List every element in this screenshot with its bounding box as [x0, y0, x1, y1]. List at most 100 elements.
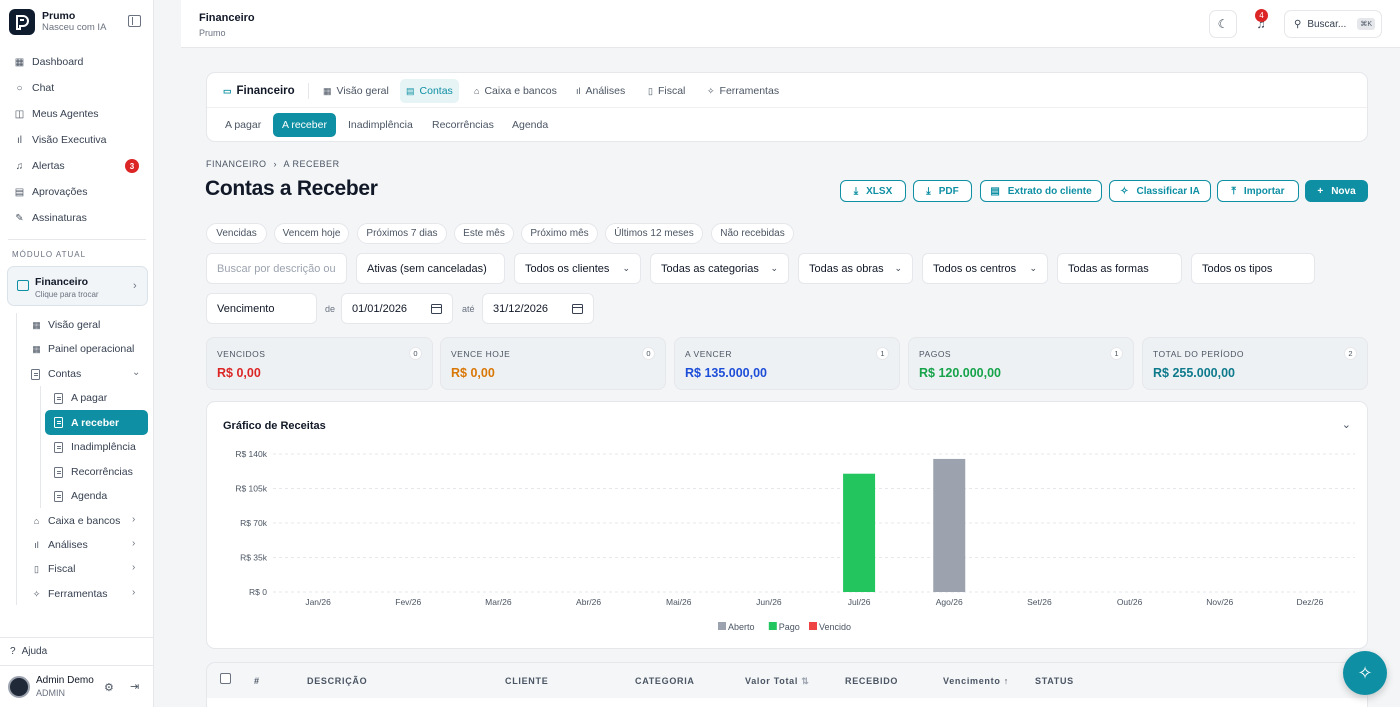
- breadcrumb-root[interactable]: FINANCEIRO: [206, 159, 267, 169]
- subnav-recorrencias[interactable]: Recorrências: [54, 465, 133, 479]
- global-search[interactable]: ⚲ Buscar... ⌘K: [1284, 10, 1382, 38]
- extrato-cliente-button[interactable]: ▤ Extrato do cliente: [980, 180, 1102, 202]
- subnav-painel-operacional[interactable]: ▦ Painel operacional: [31, 342, 134, 356]
- subnav-inadimplencia[interactable]: Inadimplência: [54, 440, 136, 454]
- module-nav-title-label: Financeiro: [236, 85, 295, 97]
- collapse-sidebar-icon[interactable]: [128, 15, 141, 27]
- tab-label: Contas: [419, 85, 453, 97]
- theme-toggle-button[interactable]: ☾: [1209, 10, 1237, 38]
- tab-contas[interactable]: ▤ Contas: [400, 79, 459, 103]
- sidebar-item-aprovacoes[interactable]: ▤ Aprovações: [14, 185, 88, 199]
- date-from-input[interactable]: 01/01/2026: [341, 293, 453, 324]
- sidebar-item-visao-executiva[interactable]: ıl Visão Executiva: [14, 133, 107, 147]
- stat-card-vencidos[interactable]: VENCIDOS R$ 0,00 0: [206, 337, 433, 390]
- column-header-status[interactable]: STATUS: [1035, 676, 1074, 686]
- brand[interactable]: Prumo Nasceu com IA: [9, 9, 106, 35]
- logout-icon[interactable]: ⇥: [130, 680, 139, 693]
- table-body: [206, 698, 1368, 707]
- sidebar-item-agentes[interactable]: ◫ Meus Agentes: [14, 107, 99, 121]
- column-header-cliente[interactable]: CLIENTE: [505, 676, 548, 686]
- subnav-ferramentas[interactable]: ✧ Ferramentas: [31, 587, 108, 601]
- stat-card-a-vencer[interactable]: A VENCER R$ 135.000,00 1: [674, 337, 900, 390]
- chevron-right-icon[interactable]: ›: [132, 538, 135, 549]
- subtab-a-receber[interactable]: A receber: [273, 113, 336, 137]
- nova-button[interactable]: + Nova: [1305, 180, 1368, 202]
- user-menu[interactable]: Admin Demo ADMIN: [8, 675, 94, 699]
- select-all-checkbox[interactable]: [220, 673, 231, 684]
- obras-select[interactable]: Todas as obras ⌄: [798, 253, 913, 284]
- tab-fiscal[interactable]: ▯ Fiscal: [642, 79, 691, 103]
- chevron-right-icon[interactable]: ›: [132, 514, 135, 525]
- calendar-icon[interactable]: [572, 304, 583, 314]
- quick-filter-vencidas[interactable]: Vencidas: [206, 223, 267, 244]
- chevron-right-icon[interactable]: ›: [132, 562, 135, 573]
- tab-visao-geral[interactable]: ▦ Visão geral: [317, 79, 395, 103]
- stat-card-total-periodo[interactable]: TOTAL DO PERÍODO R$ 255.000,00 2: [1142, 337, 1368, 390]
- column-header-vencimento[interactable]: Vencimento ↑: [943, 676, 1009, 686]
- categorias-select[interactable]: Todas as categorias ⌄: [650, 253, 789, 284]
- sidebar-item-chat[interactable]: ○ Chat: [14, 81, 54, 95]
- help-link[interactable]: ? Ajuda: [10, 646, 47, 657]
- clientes-select[interactable]: Todos os clientes ⌄: [514, 253, 641, 284]
- quick-filter-proximos-7-dias[interactable]: Próximos 7 dias: [357, 223, 447, 244]
- subtab-recorrencias[interactable]: Recorrências: [423, 113, 503, 137]
- subnav-caixa-bancos[interactable]: ⌂ Caixa e bancos: [31, 514, 121, 528]
- status-select[interactable]: Ativas (sem canceladas): [356, 253, 505, 284]
- user-name: Admin Demo: [36, 675, 94, 686]
- tab-analises[interactable]: ıl Análises: [570, 79, 631, 103]
- classificar-ia-button[interactable]: ✧ Classificar IA: [1109, 180, 1211, 202]
- subtab-a-pagar[interactable]: A pagar: [216, 113, 270, 137]
- column-header-descricao[interactable]: DESCRIÇÃO: [307, 676, 367, 686]
- stat-card-vence-hoje[interactable]: VENCE HOJE R$ 0,00 0: [440, 337, 666, 390]
- subtab-agenda[interactable]: Agenda: [503, 113, 557, 137]
- subnav-label: Análises: [48, 539, 88, 551]
- chevron-down-icon[interactable]: ⌄: [132, 367, 140, 378]
- tipos-select[interactable]: Todos os tipos: [1191, 253, 1315, 284]
- module-nav-title[interactable]: ▭ Financeiro: [217, 79, 301, 103]
- subnav-a-pagar[interactable]: A pagar: [54, 391, 107, 405]
- quick-filter-proximo-mes[interactable]: Próximo mês: [521, 223, 598, 244]
- quick-filter-ultimos-12-meses[interactable]: Últimos 12 meses: [605, 223, 703, 244]
- date-to-input[interactable]: 31/12/2026: [482, 293, 594, 324]
- quick-filter-vencem-hoje[interactable]: Vencem hoje: [274, 223, 349, 244]
- column-header-categoria[interactable]: CATEGORIA: [635, 676, 695, 686]
- importar-button[interactable]: ⤒ Importar: [1217, 180, 1299, 202]
- tab-ferramentas[interactable]: ✧ Ferramentas: [701, 79, 785, 103]
- export-xlsx-button[interactable]: ⤓ XLSX: [840, 180, 906, 202]
- subnav-agenda[interactable]: Agenda: [54, 489, 107, 503]
- button-label: Classificar IA: [1136, 185, 1200, 197]
- search-input[interactable]: Buscar por descrição ou: [206, 253, 347, 284]
- sidebar-item-assinaturas[interactable]: ✎ Assinaturas: [14, 211, 87, 225]
- subnav-contas[interactable]: Contas: [31, 367, 81, 381]
- column-header-number[interactable]: #: [254, 676, 260, 686]
- document-icon: [31, 368, 40, 380]
- subnav-analises[interactable]: ıl Análises: [31, 538, 88, 552]
- subnav-visao-geral[interactable]: ▦ Visão geral: [31, 318, 100, 332]
- column-header-recebido[interactable]: RECEBIDO: [845, 676, 898, 686]
- centros-select[interactable]: Todos os centros ⌄: [922, 253, 1048, 284]
- export-pdf-button[interactable]: ⤓ PDF: [913, 180, 972, 202]
- quick-filter-nao-recebidas[interactable]: Não recebidas: [711, 223, 794, 244]
- subnav-a-receber[interactable]: A receber: [45, 410, 148, 435]
- subnav-label: Fiscal: [48, 563, 76, 575]
- subtab-inadimplencia[interactable]: Inadimplência: [339, 113, 422, 137]
- module-switcher[interactable]: Financeiro Clique para trocar ›: [7, 266, 148, 306]
- subnav-fiscal[interactable]: ▯ Fiscal: [31, 562, 75, 576]
- calendar-icon[interactable]: [431, 304, 442, 314]
- stat-card-pagos[interactable]: PAGOS R$ 120.000,00 1: [908, 337, 1134, 390]
- tab-caixa-bancos[interactable]: ⌂ Caixa e bancos: [468, 79, 563, 103]
- pen-icon: ✎: [15, 212, 24, 224]
- ai-assistant-button[interactable]: ✧: [1343, 651, 1387, 695]
- document-icon: [54, 466, 63, 478]
- sidebar-item-dashboard[interactable]: ▦ Dashboard: [14, 55, 84, 69]
- formas-select[interactable]: Todas as formas: [1057, 253, 1182, 284]
- column-header-valor-total[interactable]: Valor Total ⇅: [745, 676, 810, 687]
- sidebar-item-alertas[interactable]: ♫ Alertas: [14, 159, 65, 173]
- tab-label: Caixa e bancos: [484, 85, 557, 97]
- quick-filter-este-mes[interactable]: Este mês: [454, 223, 514, 244]
- chevron-right-icon[interactable]: ›: [132, 587, 135, 598]
- page-header-title: Financeiro: [199, 12, 255, 24]
- gear-icon[interactable]: ⚙: [104, 681, 114, 694]
- date-field-select[interactable]: Vencimento: [206, 293, 317, 324]
- chat-icon: ○: [16, 82, 23, 94]
